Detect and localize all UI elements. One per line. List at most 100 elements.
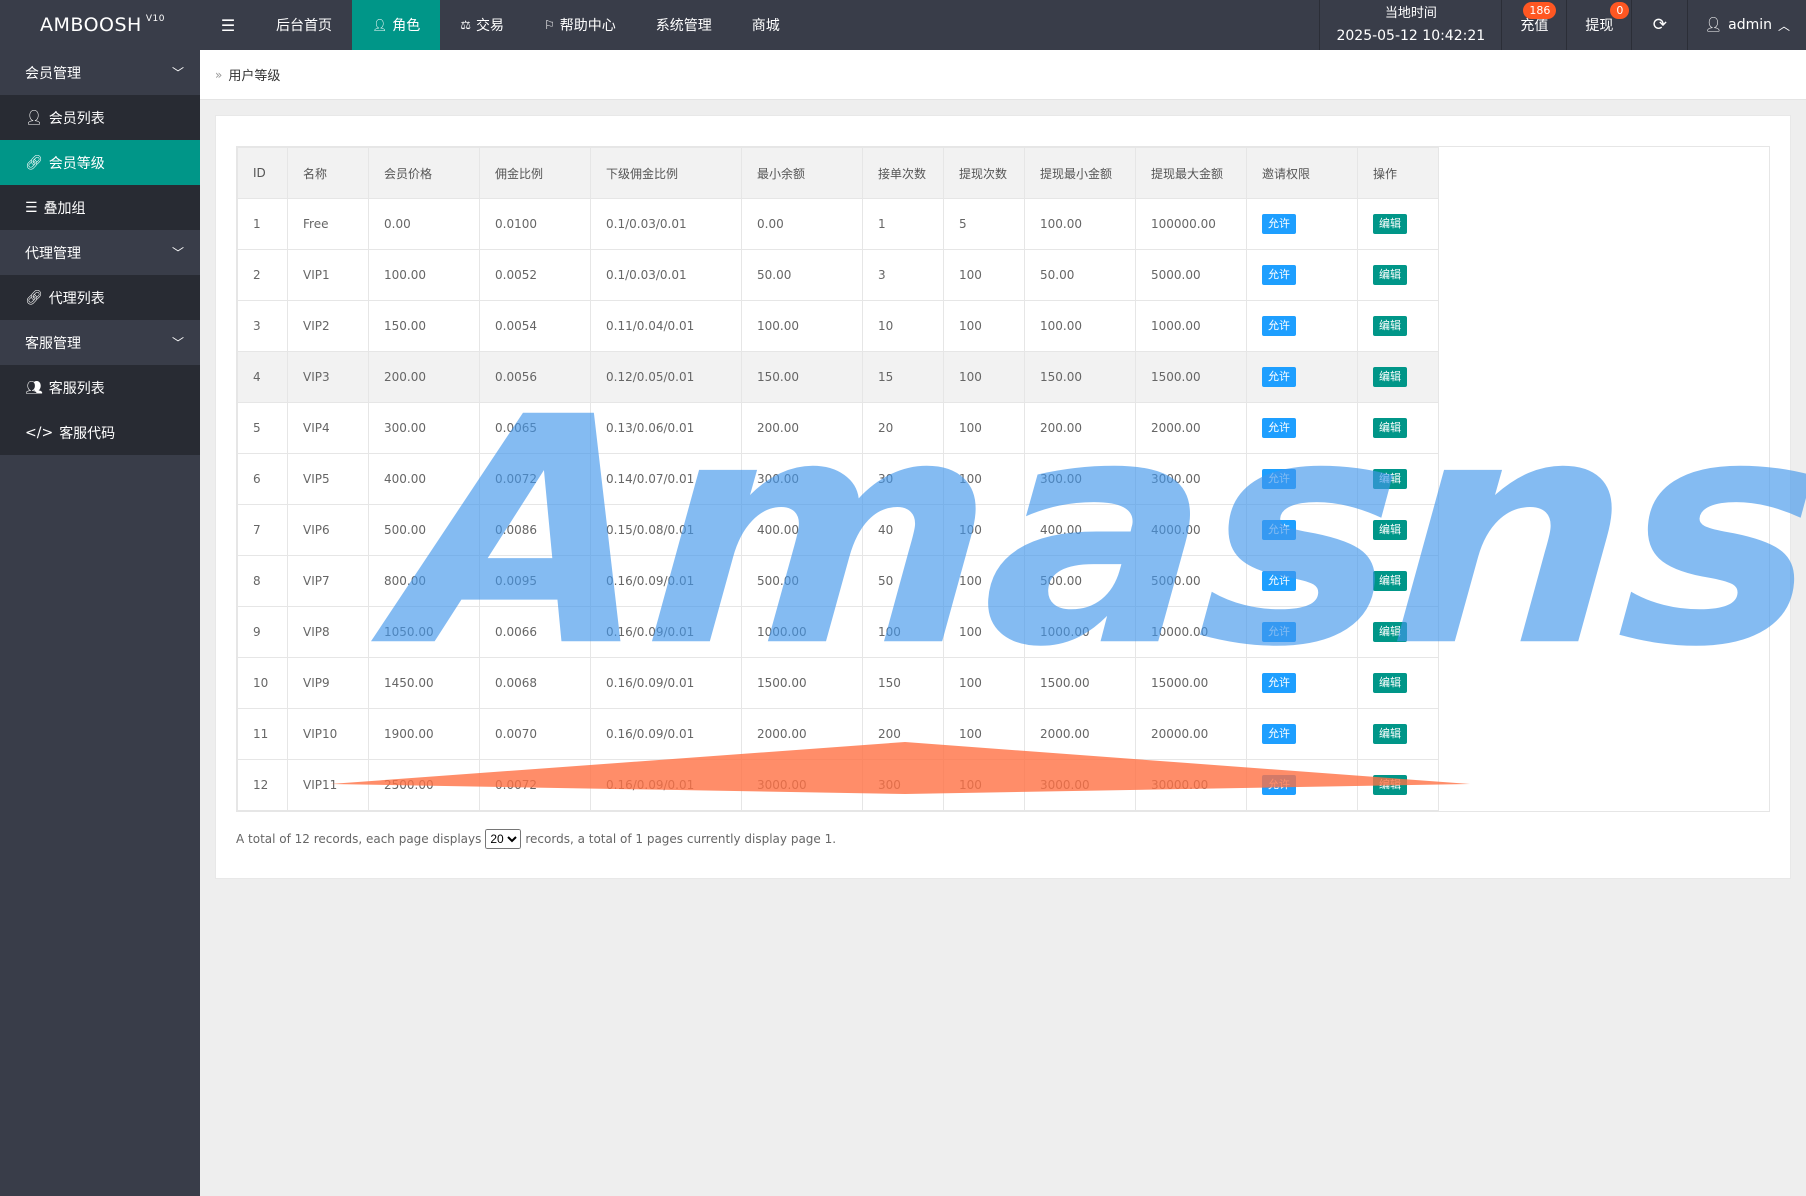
allow-button[interactable]: 允许 — [1262, 418, 1296, 438]
admin-menu[interactable]: 👤︎ admin ︿ — [1687, 0, 1806, 50]
allow-button[interactable]: 允许 — [1262, 316, 1296, 336]
table-cell: 编辑 — [1357, 555, 1439, 607]
table-row: 8 VIP7 800.00 0.0095 0.16/0.09/0.01 500.00 50 1… — [237, 555, 1439, 607]
edit-button[interactable]: 编辑 — [1373, 724, 1407, 744]
nav-shop[interactable]: 商城 — [732, 0, 800, 50]
edit-button[interactable]: 编辑 — [1373, 571, 1407, 591]
table-cell: Free — [287, 198, 369, 250]
nav-home[interactable]: 后台首页 — [256, 0, 352, 50]
header-right: 当地时间 2025-05-12 10:42:21 充值 186 提现 0 ⟳ 👤… — [1319, 0, 1806, 50]
table-row: 5 VIP4 300.00 0.0065 0.13/0.06/0.01 200.00 20 1… — [237, 402, 1439, 454]
table-cell: 1500.00 — [1135, 351, 1247, 403]
edit-button[interactable]: 编辑 — [1373, 265, 1407, 285]
table-cell: 0.0056 — [479, 351, 591, 403]
app-logo[interactable]: AMBOOSH V10 — [0, 0, 200, 50]
table-cell: 2000.00 — [1135, 402, 1247, 454]
table-row: 10 VIP9 1450.00 0.0068 0.16/0.09/0.01 1500.00… — [237, 657, 1439, 709]
table-cell: 0.0070 — [479, 708, 591, 760]
allow-button[interactable]: 允许 — [1262, 622, 1296, 642]
refresh-icon[interactable]: ⟳ — [1631, 0, 1687, 50]
allow-button[interactable]: 允许 — [1262, 367, 1296, 387]
breadcrumb-current: 用户等级 — [228, 69, 281, 84]
sidebar-item-service-list[interactable]: 👥︎ 客服列表 — [0, 365, 200, 410]
table-cell: VIP11 — [287, 759, 369, 811]
nav-trade[interactable]: ⚖ 交易 — [440, 0, 524, 50]
nav-help[interactable]: ⚐ 帮助中心 — [524, 0, 636, 50]
table-cell: 0.14/0.07/0.01 — [590, 453, 742, 505]
allow-button[interactable]: 允许 — [1262, 520, 1296, 540]
allow-button[interactable]: 允许 — [1262, 214, 1296, 234]
allow-button[interactable]: 允许 — [1262, 673, 1296, 693]
allow-button[interactable]: 允许 — [1262, 265, 1296, 285]
table-cell: 1 — [237, 198, 288, 250]
table-cell: 2 — [237, 249, 288, 301]
table-header-cell: 会员价格 — [368, 147, 480, 199]
edit-button[interactable]: 编辑 — [1373, 316, 1407, 336]
sidebar-item-agent-list[interactable]: 🔗︎ 代理列表 — [0, 275, 200, 320]
allow-button[interactable]: 允许 — [1262, 724, 1296, 744]
app-name: AMBOOSH — [40, 14, 142, 36]
sidebar-item-member-list[interactable]: 👤︎ 会员列表 — [0, 95, 200, 140]
table-cell: 100 — [943, 759, 1025, 811]
link-icon: 🔗︎ — [25, 289, 43, 306]
edit-button[interactable]: 编辑 — [1373, 622, 1407, 642]
table-cell: 允许 — [1246, 759, 1358, 811]
table-cell: 编辑 — [1357, 453, 1439, 505]
sidebar-item-member-level[interactable]: 🔗︎ 会员等级 — [0, 140, 200, 185]
table-cell: 300.00 — [741, 453, 863, 505]
sidebar-item-service-code[interactable]: </> 客服代码 — [0, 410, 200, 455]
table-cell: 800.00 — [368, 555, 480, 607]
table-cell: 500.00 — [368, 504, 480, 556]
content-panel: ID 名称 会员价格 佣金比例 下级佣金比例 最小余额 接单次数 提现次数 提现最小金额 提现最大… — [215, 115, 1791, 879]
table-cell: 2000.00 — [741, 708, 863, 760]
edit-button[interactable]: 编辑 — [1373, 418, 1407, 438]
table-header-cell: 邀请权限 — [1246, 147, 1358, 199]
table-cell: 3 — [862, 249, 944, 301]
nav-role[interactable]: 👤︎ 角色 — [352, 0, 441, 50]
nav-label: 角色 — [392, 18, 421, 34]
table-cell: VIP4 — [287, 402, 369, 454]
table-row: 11 VIP10 1900.00 0.0070 0.16/0.09/0.01 2000.0… — [237, 708, 1439, 760]
recharge-button[interactable]: 充值 186 — [1501, 0, 1566, 50]
table-cell: 200.00 — [741, 402, 863, 454]
table-cell: 编辑 — [1357, 657, 1439, 709]
table-cell: 100.00 — [1024, 300, 1136, 352]
table-cell: 3 — [237, 300, 288, 352]
table-header-cell: 提现最小金额 — [1024, 147, 1136, 199]
page-size-select[interactable]: 20 — [485, 829, 522, 849]
allow-button[interactable]: 允许 — [1262, 571, 1296, 591]
edit-button[interactable]: 编辑 — [1373, 367, 1407, 387]
edit-button[interactable]: 编辑 — [1373, 520, 1407, 540]
table-cell: 10 — [862, 300, 944, 352]
flag-icon: ⚐ — [544, 18, 555, 32]
table-cell: VIP7 — [287, 555, 369, 607]
edit-button[interactable]: 编辑 — [1373, 775, 1407, 795]
table-header-cell: 名称 — [287, 147, 369, 199]
menu-toggle-icon[interactable]: ☰ — [200, 0, 256, 50]
nav-system[interactable]: 系统管理 — [636, 0, 732, 50]
allow-button[interactable]: 允许 — [1262, 775, 1296, 795]
sidebar-item-stack-group[interactable]: ☰ 叠加组 — [0, 185, 200, 230]
pager-text-after: records, a total of 1 pages currently di… — [525, 832, 837, 846]
table-cell: 400.00 — [741, 504, 863, 556]
admin-username: admin — [1728, 17, 1772, 33]
table-cell: 200.00 — [368, 351, 480, 403]
table-cell: 编辑 — [1357, 708, 1439, 760]
table-row: 6 VIP5 400.00 0.0072 0.14/0.07/0.01 300.00 30 1… — [237, 453, 1439, 505]
table-cell: 5 — [237, 402, 288, 454]
level-table-wrapper: ID 名称 会员价格 佣金比例 下级佣金比例 最小余额 接单次数 提现次数 提现最小金额 提现最大… — [236, 146, 1770, 812]
withdraw-button[interactable]: 提现 0 — [1566, 0, 1631, 50]
table-header-cell: 下级佣金比例 — [590, 147, 742, 199]
table-cell: 100 — [943, 606, 1025, 658]
table-cell: 30000.00 — [1135, 759, 1247, 811]
table-cell: 编辑 — [1357, 606, 1439, 658]
sidebar-group-service[interactable]: 客服管理 ﹀ — [0, 320, 200, 365]
edit-button[interactable]: 编辑 — [1373, 469, 1407, 489]
sidebar-group-member[interactable]: 会员管理 ﹀ — [0, 50, 200, 95]
edit-button[interactable]: 编辑 — [1373, 673, 1407, 693]
sidebar-group-agent[interactable]: 代理管理 ﹀ — [0, 230, 200, 275]
edit-button[interactable]: 编辑 — [1373, 214, 1407, 234]
allow-button[interactable]: 允许 — [1262, 469, 1296, 489]
table-header-row: ID 名称 会员价格 佣金比例 下级佣金比例 最小余额 接单次数 提现次数 提现最小金额 提现最大… — [237, 147, 1439, 199]
table-row: 7 VIP6 500.00 0.0086 0.15/0.08/0.01 400.00 40 1… — [237, 504, 1439, 556]
